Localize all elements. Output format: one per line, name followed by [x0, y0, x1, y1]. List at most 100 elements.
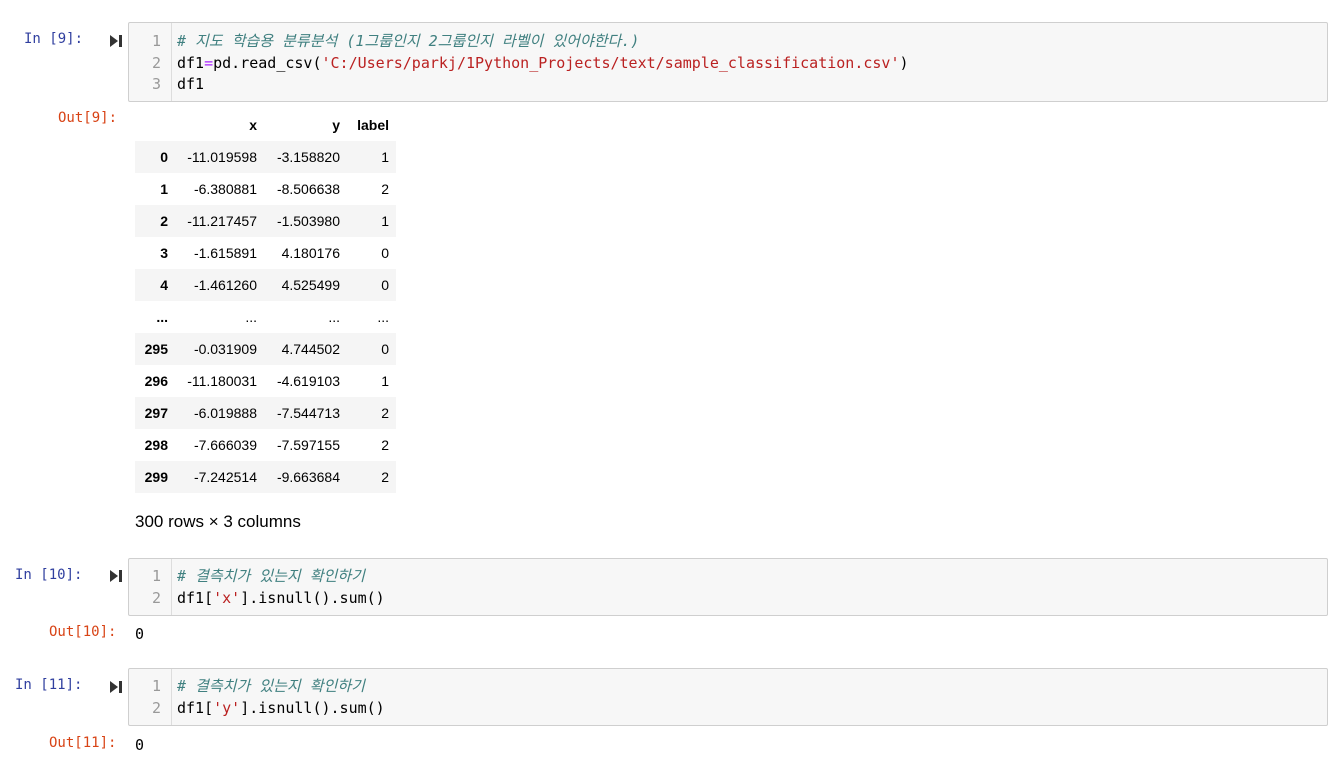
- out-prompt: Out[9]:: [58, 110, 118, 126]
- table-row: 296 -11.180031 -4.619103 1: [135, 365, 396, 397]
- dataframe-summary: 300 rows × 3 columns: [135, 512, 301, 531]
- row-index: ...: [156, 309, 168, 325]
- table-cell: -1.615891: [193, 245, 257, 261]
- row-index: 296: [144, 373, 168, 389]
- line-number: 2: [151, 699, 161, 717]
- code-comment: # 결측치가 있는지 확인하기: [177, 677, 365, 695]
- table-cell: -7.544713: [276, 405, 340, 421]
- row-index: 3: [160, 245, 168, 261]
- column-header: [135, 109, 175, 141]
- table-header-row: x y label: [135, 109, 396, 141]
- column-header: label: [357, 117, 389, 133]
- in-prompt: In [9]:: [24, 31, 84, 47]
- cell-output: 0: [135, 625, 145, 643]
- code-line-2: df1['y'].isnull().sum(): [177, 698, 385, 719]
- code-line-1: # 결측치가 있는지 확인하기: [177, 566, 365, 587]
- row-index: 2: [160, 213, 168, 229]
- table-row: 297 -6.019888 -7.544713 2: [135, 397, 396, 429]
- table-cell: 1: [381, 149, 389, 165]
- table-row: 0 -11.019598 -3.158820 1: [135, 141, 396, 173]
- table-row: 298 -7.666039 -7.597155 2: [135, 429, 396, 461]
- table-cell: 0: [381, 341, 389, 357]
- table-cell: -7.242514: [193, 469, 257, 485]
- row-index: 4: [160, 277, 168, 293]
- code-string: 'y': [213, 699, 241, 717]
- row-index: 0: [160, 149, 168, 165]
- code-string: 'C:/Users/parkj/1Python_Projects/text/sa…: [321, 54, 900, 72]
- table-cell: 1: [381, 213, 389, 229]
- column-header: x: [249, 117, 257, 133]
- table-cell: 0: [381, 245, 389, 261]
- table-cell: 2: [381, 181, 389, 197]
- row-index: 298: [144, 437, 168, 453]
- code-line-2: df1['x'].isnull().sum(): [177, 588, 385, 609]
- code-input[interactable]: 1 # 결측치가 있는지 확인하기 2 df1['y'].isnull().su…: [128, 668, 1328, 726]
- row-index: 299: [144, 469, 168, 485]
- table-row: 2 -11.217457 -1.503980 1: [135, 205, 396, 237]
- run-cell-icon[interactable]: [109, 34, 123, 48]
- table-cell: -6.019888: [193, 405, 257, 421]
- run-cell-icon[interactable]: [109, 680, 123, 694]
- code-line-2: df1=pd.read_csv('C:/Users/parkj/1Python_…: [177, 53, 909, 74]
- table-cell: 2: [381, 405, 389, 421]
- table-cell: -6.380881: [193, 181, 257, 197]
- code-input[interactable]: 1 # 지도 학습용 분류분석 (1그룹인지 2그룹인지 라벨이 있어야한다.)…: [128, 22, 1328, 102]
- code-line-1: # 결측치가 있는지 확인하기: [177, 676, 365, 697]
- code-input[interactable]: 1 # 결측치가 있는지 확인하기 2 df1['x'].isnull().su…: [128, 558, 1328, 616]
- table-cell: ...: [245, 309, 257, 325]
- table-row: 4 -1.461260 4.525499 0: [135, 269, 396, 301]
- table-cell: -11.217457: [187, 213, 257, 229]
- code-token: df1[: [177, 589, 214, 607]
- line-number: 1: [151, 677, 161, 695]
- table-cell: -0.031909: [193, 341, 257, 357]
- table-cell: 2: [381, 469, 389, 485]
- line-number: 1: [151, 32, 161, 50]
- table-row: 299 -7.242514 -9.663684 2: [135, 461, 396, 493]
- line-number: 2: [151, 54, 161, 72]
- row-index: 297: [144, 405, 168, 421]
- table-cell: -7.666039: [193, 437, 257, 453]
- code-token: df1[: [177, 699, 214, 717]
- dataframe-table: x y label 0 -11.019598 -3.158820 1 1 -6.3808…: [135, 109, 396, 493]
- table-cell: -7.597155: [276, 437, 340, 453]
- table-row: 3 -1.615891 4.180176 0: [135, 237, 396, 269]
- table-cell: -11.019598: [187, 149, 257, 165]
- table-cell: 4.525499: [281, 277, 340, 293]
- code-string: 'x': [213, 589, 241, 607]
- table-cell: -8.506638: [276, 181, 340, 197]
- code-comment: # 결측치가 있는지 확인하기: [177, 567, 365, 585]
- code-token: ].isnull().sum(): [240, 699, 385, 717]
- table-cell: 2: [381, 437, 389, 453]
- table-ellipsis-row: ............: [135, 301, 396, 333]
- code-operator: =: [204, 54, 214, 72]
- table-cell: ...: [328, 309, 340, 325]
- line-number: 1: [151, 567, 161, 585]
- in-prompt: In [10]:: [15, 567, 83, 583]
- table-cell: ...: [377, 309, 389, 325]
- out-prompt: Out[10]:: [49, 624, 117, 640]
- table-row: 295 -0.031909 4.744502 0: [135, 333, 396, 365]
- run-cell-icon[interactable]: [109, 569, 123, 583]
- row-index: 295: [144, 341, 168, 357]
- table-cell: 0: [381, 277, 389, 293]
- line-number: 3: [151, 75, 161, 93]
- in-prompt: In [11]:: [15, 677, 83, 693]
- table-cell: -4.619103: [276, 373, 340, 389]
- code-comment: # 지도 학습용 분류분석 (1그룹인지 2그룹인지 라벨이 있어야한다.): [177, 32, 640, 50]
- table-cell: -11.180031: [187, 373, 257, 389]
- table-cell: -1.461260: [193, 277, 257, 293]
- row-index: 1: [160, 181, 168, 197]
- code-token: pd.read_csv(: [213, 54, 322, 72]
- code-line-1: # 지도 학습용 분류분석 (1그룹인지 2그룹인지 라벨이 있어야한다.): [177, 31, 639, 52]
- code-token: ): [899, 54, 909, 72]
- code-token: df1: [177, 75, 205, 93]
- table-cell: 4.744502: [281, 341, 340, 357]
- cell-output: 0: [135, 736, 145, 754]
- table-cell: -9.663684: [276, 469, 340, 485]
- table-row: 1 -6.380881 -8.506638 2: [135, 173, 396, 205]
- out-prompt: Out[11]:: [49, 735, 117, 751]
- table-cell: -1.503980: [276, 213, 340, 229]
- table-cell: 1: [381, 373, 389, 389]
- code-token: df1: [177, 54, 205, 72]
- line-number: 2: [151, 589, 161, 607]
